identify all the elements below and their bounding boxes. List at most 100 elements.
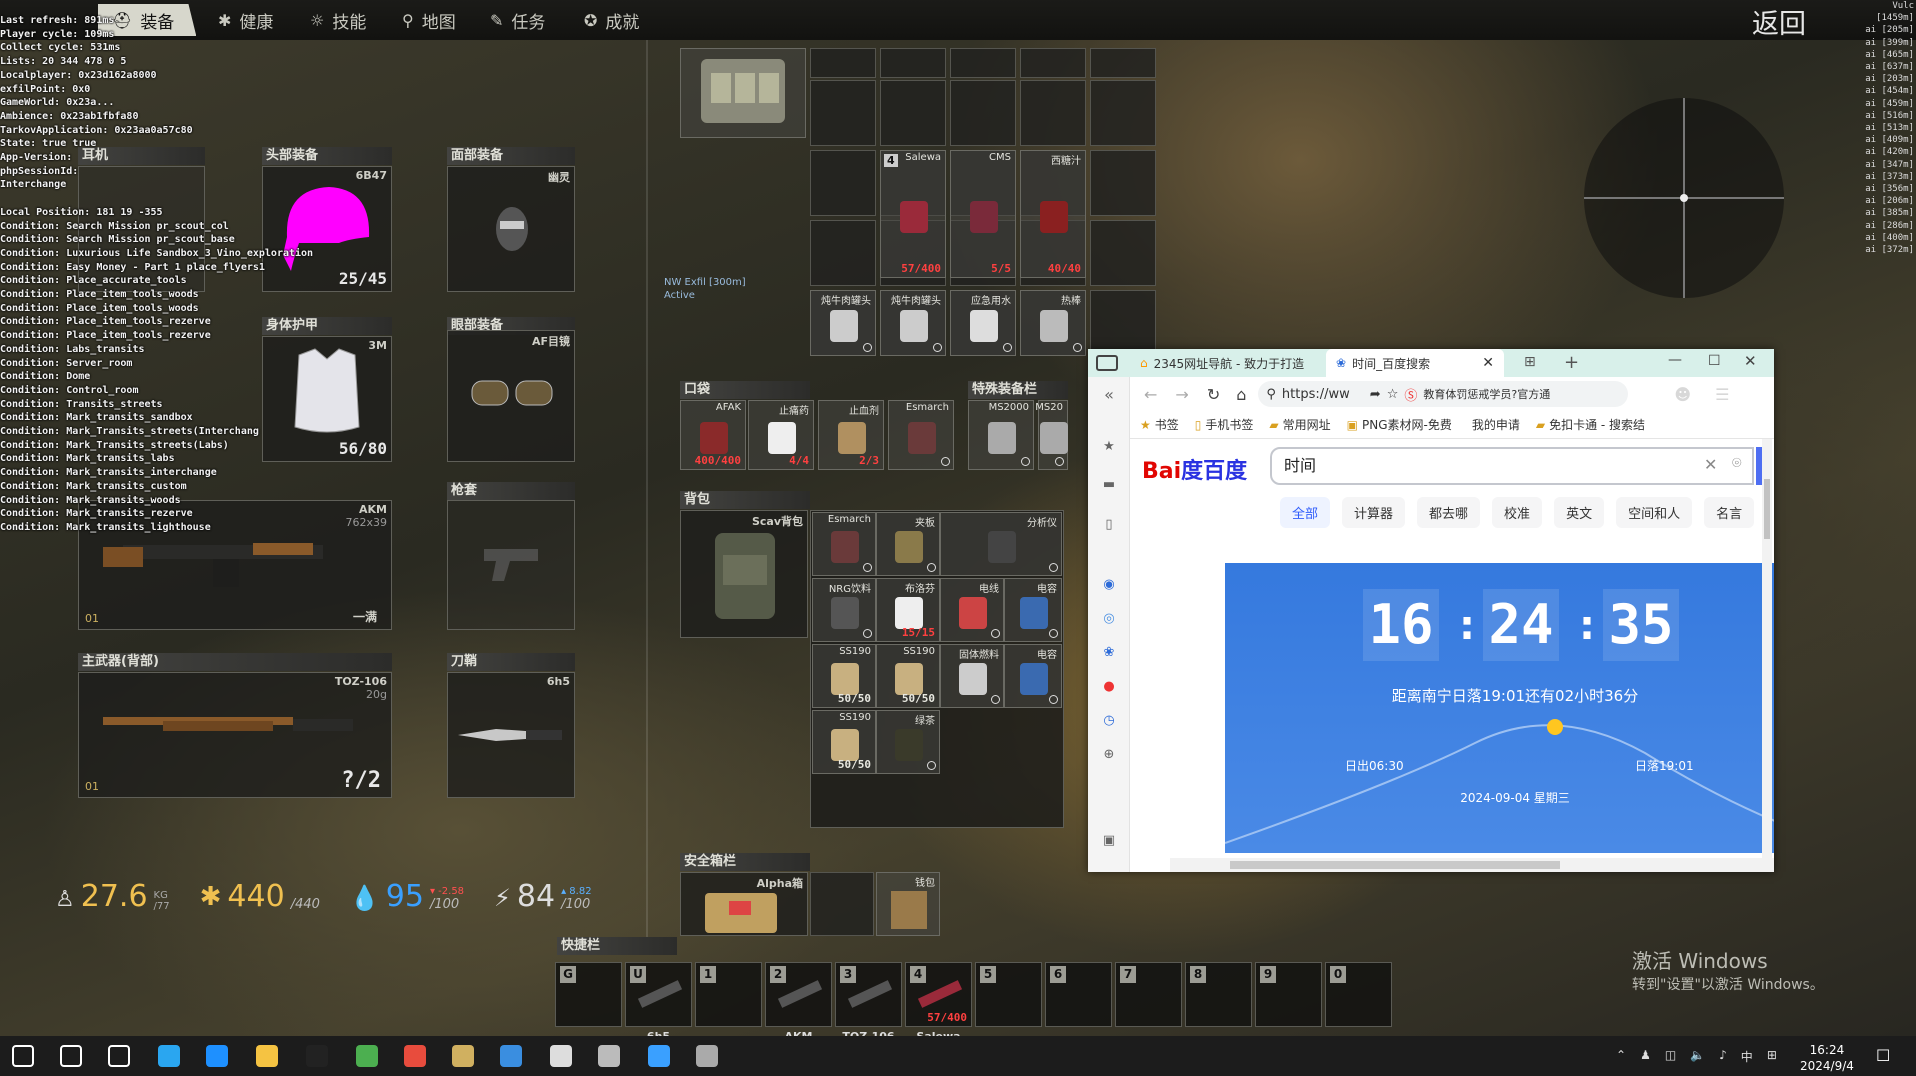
penguin-icon[interactable]: ♟ <box>1640 1048 1651 1065</box>
secure-container-slot[interactable]: Alpha箱 <box>680 872 808 936</box>
filter-chip[interactable]: 空间和人 <box>1616 497 1693 528</box>
rig-cell[interactable] <box>1090 80 1156 146</box>
quickbar-slot[interactable]: 1 <box>695 962 762 1027</box>
filter-chip[interactable]: 都去哪 <box>1417 497 1481 528</box>
search-input[interactable]: 时间 <box>1270 447 1754 485</box>
quickbar-slot[interactable]: 8 <box>1185 962 1252 1027</box>
bookmark-star-icon[interactable]: ☆ <box>1387 387 1399 402</box>
bookmark-item[interactable]: ★ 书签 <box>1140 416 1179 433</box>
collapse-icon[interactable]: « <box>1101 385 1117 404</box>
back-button[interactable]: 返回 <box>1752 2 1806 41</box>
backpack-item[interactable]: 电线 <box>940 578 1004 642</box>
minimize-button[interactable]: — <box>1668 352 1682 368</box>
horizontal-scrollbar[interactable] <box>1170 858 1774 872</box>
special-item[interactable]: MS2000 <box>968 400 1034 470</box>
quickbar-slot[interactable]: 4 57/400 <box>905 962 972 1027</box>
phone-icon[interactable]: ▯ <box>1101 517 1117 533</box>
network-icon[interactable]: ◫ <box>1665 1048 1676 1065</box>
share-icon[interactable]: ➦ <box>1370 387 1381 402</box>
back-arrow-icon[interactable]: ← <box>1144 385 1157 404</box>
wallet-item[interactable]: 钱包 <box>876 872 940 936</box>
chevron-up-icon[interactable]: ⌃ <box>1616 1048 1626 1065</box>
quickbar-slot[interactable]: 5 <box>975 962 1042 1027</box>
notification-icon[interactable]: ☐ <box>1876 1046 1890 1065</box>
quickbar-slot[interactable]: 3 <box>835 962 902 1027</box>
face-slot[interactable]: 幽灵 <box>447 166 575 292</box>
browser-window[interactable]: ⌂ 2345网址导航 - 致力于打造 ❀ 时间_百度搜索 ✕ ⊞ + — ☐ ✕ « … <box>1088 349 1774 872</box>
ime-indicator[interactable]: 中 <box>1741 1048 1753 1065</box>
backpack-item[interactable]: SS190 50/50 <box>876 644 940 708</box>
volume-icon[interactable]: 🔈 <box>1690 1048 1705 1065</box>
quickbar-slot[interactable]: 7 <box>1115 962 1182 1027</box>
clock[interactable]: 16:24 2024/9/4 <box>1800 1042 1854 1074</box>
quickbar-slot[interactable]: 2 <box>765 962 832 1027</box>
game-icon[interactable] <box>452 1045 474 1067</box>
app-icon[interactable] <box>306 1045 328 1067</box>
browser-tab-baidu[interactable]: ❀ 时间_百度搜索 ✕ <box>1326 349 1504 377</box>
folder-icon[interactable]: ▬ <box>1101 477 1117 493</box>
rig-cell[interactable] <box>880 80 946 146</box>
windows-start-icon[interactable] <box>12 1045 34 1067</box>
edge-browser-icon[interactable] <box>158 1045 180 1067</box>
add-app-icon[interactable]: ⊕ <box>1101 747 1117 763</box>
clock-app-icon[interactable]: ◷ <box>1101 713 1117 729</box>
backpack-item[interactable]: 绿茶 <box>876 710 940 774</box>
search-icon[interactable] <box>60 1045 82 1067</box>
pocket-item[interactable]: 止血剂 2/3 <box>818 400 884 470</box>
bookmark-item[interactable]: ▰ 免扣卡通 - 搜索结 <box>1536 416 1645 433</box>
pocket-item[interactable]: AFAK 400/400 <box>680 400 746 470</box>
close-window-button[interactable]: ✕ <box>1744 352 1757 370</box>
rig-cell[interactable] <box>810 150 876 216</box>
game-launcher-icon[interactable] <box>696 1045 718 1067</box>
backpack-item[interactable]: 分析仪 <box>940 512 1062 576</box>
scabbard-slot[interactable]: 6h5 <box>447 672 575 798</box>
task-view-icon[interactable] <box>108 1045 130 1067</box>
backpack-item[interactable]: 布洛芬 15/15 <box>876 578 940 642</box>
rig-item[interactable]: CMS 5/5 <box>950 150 1016 278</box>
rig-cell[interactable] <box>1020 80 1086 146</box>
browser-icon[interactable] <box>500 1045 522 1067</box>
rig-item[interactable]: 应急用水 <box>950 290 1016 356</box>
maximize-button[interactable]: ☐ <box>1708 353 1721 369</box>
bookmark-item[interactable]: ▰ 常用网址 <box>1269 416 1330 433</box>
tab-map[interactable]: ⚲ 地图 <box>402 4 456 36</box>
scrollbar[interactable] <box>1762 439 1772 872</box>
browser-tab-2345[interactable]: ⌂ 2345网址导航 - 致力于打造 <box>1130 349 1330 377</box>
rig-cell[interactable] <box>950 48 1016 78</box>
filter-chip[interactable]: 校准 <box>1492 497 1543 528</box>
quickbar-slot[interactable]: G <box>555 962 622 1027</box>
file-explorer-icon[interactable] <box>256 1045 278 1067</box>
mic-icon[interactable]: ♪ <box>1719 1048 1727 1065</box>
backpack-item[interactable]: 电容 <box>1004 578 1062 642</box>
rig-cell[interactable] <box>1090 290 1156 356</box>
keyboard-icon[interactable]: ⊞ <box>1767 1048 1777 1065</box>
rig-item[interactable]: Salewa 57/400 4 <box>880 150 946 278</box>
holster-slot[interactable] <box>447 500 575 630</box>
backpack-item[interactable]: Esmarch <box>812 512 876 576</box>
rig-item[interactable]: 炖牛肉罐头 <box>810 290 876 356</box>
new-tab-button[interactable]: + <box>1564 352 1579 373</box>
backpack-slot[interactable]: Scav背包 <box>680 510 808 638</box>
backpack-item[interactable]: 夹板 <box>876 512 940 576</box>
home-icon[interactable]: ⌂ <box>1236 385 1246 404</box>
tactical-rig-item[interactable] <box>680 48 806 138</box>
eyewear-slot[interactable]: AF目镜 <box>447 330 575 462</box>
settings-icon[interactable]: ▣ <box>1101 833 1117 849</box>
rig-item[interactable]: 炖牛肉罐头 <box>880 290 946 356</box>
rig-cell[interactable] <box>1090 48 1156 78</box>
special-item[interactable]: MS20 <box>1035 400 1068 470</box>
baidu-logo[interactable]: Bai度百度 <box>1142 453 1247 485</box>
news-ticker[interactable]: 教育体罚惩戒学员?官方通 <box>1423 386 1573 402</box>
rig-cell[interactable] <box>1090 150 1156 216</box>
search-app-icon[interactable]: ◉ <box>1101 577 1117 593</box>
rig-cell[interactable] <box>1090 220 1156 286</box>
quickbar-slot[interactable]: U <box>625 962 692 1027</box>
browser-active-icon[interactable] <box>648 1045 670 1067</box>
bookmark-item[interactable]: 我的申请 <box>1468 416 1520 433</box>
camera-icon[interactable]: ⌾ <box>1732 453 1742 473</box>
filter-chip[interactable]: 计算器 <box>1342 497 1406 528</box>
backpack-item[interactable]: SS190 50/50 <box>812 710 876 774</box>
star-icon[interactable]: ★ <box>1101 439 1117 455</box>
paw-app-icon[interactable]: ❀ <box>1101 645 1117 661</box>
bookmark-item[interactable]: ▯ 手机书签 <box>1195 416 1254 433</box>
